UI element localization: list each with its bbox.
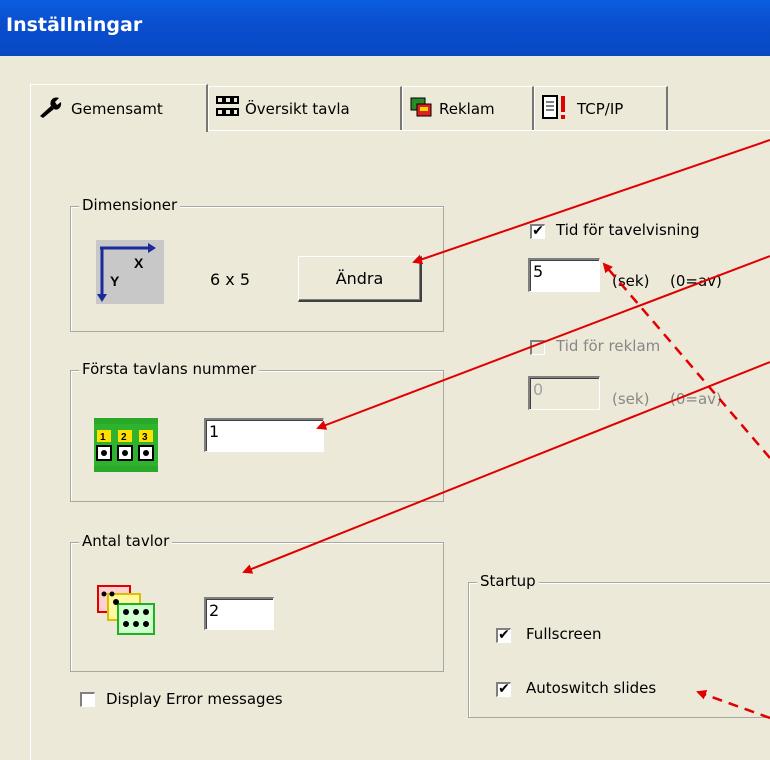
tab-reklam[interactable]: Reklam xyxy=(402,86,534,130)
startup-legend: Startup xyxy=(477,572,539,590)
tid-for-reklam-label: Tid för reklam xyxy=(556,337,661,355)
tab-oversikt-tavla[interactable]: Översikt tavla xyxy=(208,86,402,130)
tid-for-tavelvisning-input[interactable]: 5 xyxy=(528,258,600,292)
tid-for-tavelvisning-checkbox[interactable]: ✔ xyxy=(530,224,545,239)
tab-label: TCP/IP xyxy=(577,99,624,118)
tid-for-reklam-checkbox[interactable] xyxy=(530,340,545,355)
antal-tavlor-legend: Antal tavlor xyxy=(79,532,173,550)
tid-for-tavelvisning-label: Tid för tavelvisning xyxy=(556,221,700,239)
ad-icon xyxy=(409,95,433,123)
fullscreen-label: Fullscreen xyxy=(526,625,602,643)
forsta-tavlans-nummer-input[interactable]: 1 xyxy=(204,418,324,452)
wrench-icon xyxy=(37,95,65,123)
andra-button-label: Ändra xyxy=(335,269,384,288)
forsta-tavlans-nummer-value: 1 xyxy=(209,422,220,441)
tab-tcpip[interactable]: TCP/IP xyxy=(534,86,668,130)
title-bar: Inställningar xyxy=(0,0,770,56)
autoswitch-slides-label: Autoswitch slides xyxy=(526,679,657,697)
tid-for-tavelvisning-hint: (0=av) xyxy=(670,272,722,290)
fullscreen-checkbox[interactable]: ✔ xyxy=(496,628,511,643)
tab-label: Reklam xyxy=(439,99,495,118)
window-title: Inställningar xyxy=(6,14,143,36)
tab-label: Översikt tavla xyxy=(245,99,350,118)
tab-gemensamt[interactable]: Gemensamt xyxy=(30,84,208,132)
tid-for-reklam-unit: (sek) xyxy=(612,390,650,408)
tab-label: Gemensamt xyxy=(71,99,163,118)
stacked-boards-icon xyxy=(96,584,158,640)
andra-button[interactable]: Ändra xyxy=(298,256,422,302)
xy-axes-icon: X Y xyxy=(96,240,164,304)
antal-tavlor-input[interactable]: 2 xyxy=(204,597,274,630)
network-icon xyxy=(541,94,571,124)
svg-text:Y: Y xyxy=(110,273,120,289)
forsta-tavlans-nummer-legend: Första tavlans nummer xyxy=(79,360,260,378)
svg-text:2: 2 xyxy=(121,432,127,443)
autoswitch-slides-checkbox[interactable]: ✔ xyxy=(496,682,511,697)
dimensioner-value: 6 x 5 xyxy=(210,270,250,289)
tid-for-tavelvisning-unit: (sek) xyxy=(612,272,650,290)
svg-text:X: X xyxy=(134,255,144,271)
tid-for-reklam-value: 0 xyxy=(533,380,544,399)
dimensioner-legend: Dimensioner xyxy=(79,196,181,214)
svg-text:3: 3 xyxy=(142,432,148,443)
grid-icon xyxy=(215,95,239,123)
display-error-messages-label: Display Error messages xyxy=(106,690,283,708)
numbered-boards-icon: 1 2 3 xyxy=(94,418,158,472)
tid-for-tavelvisning-value: 5 xyxy=(533,262,544,281)
tid-for-reklam-input[interactable]: 0 xyxy=(528,376,600,410)
display-error-messages-checkbox[interactable] xyxy=(80,692,95,707)
startup-group: Startup xyxy=(468,572,770,718)
svg-text:1: 1 xyxy=(100,432,106,443)
tid-for-reklam-hint: (0=av) xyxy=(670,390,722,408)
antal-tavlor-value: 2 xyxy=(209,601,220,620)
